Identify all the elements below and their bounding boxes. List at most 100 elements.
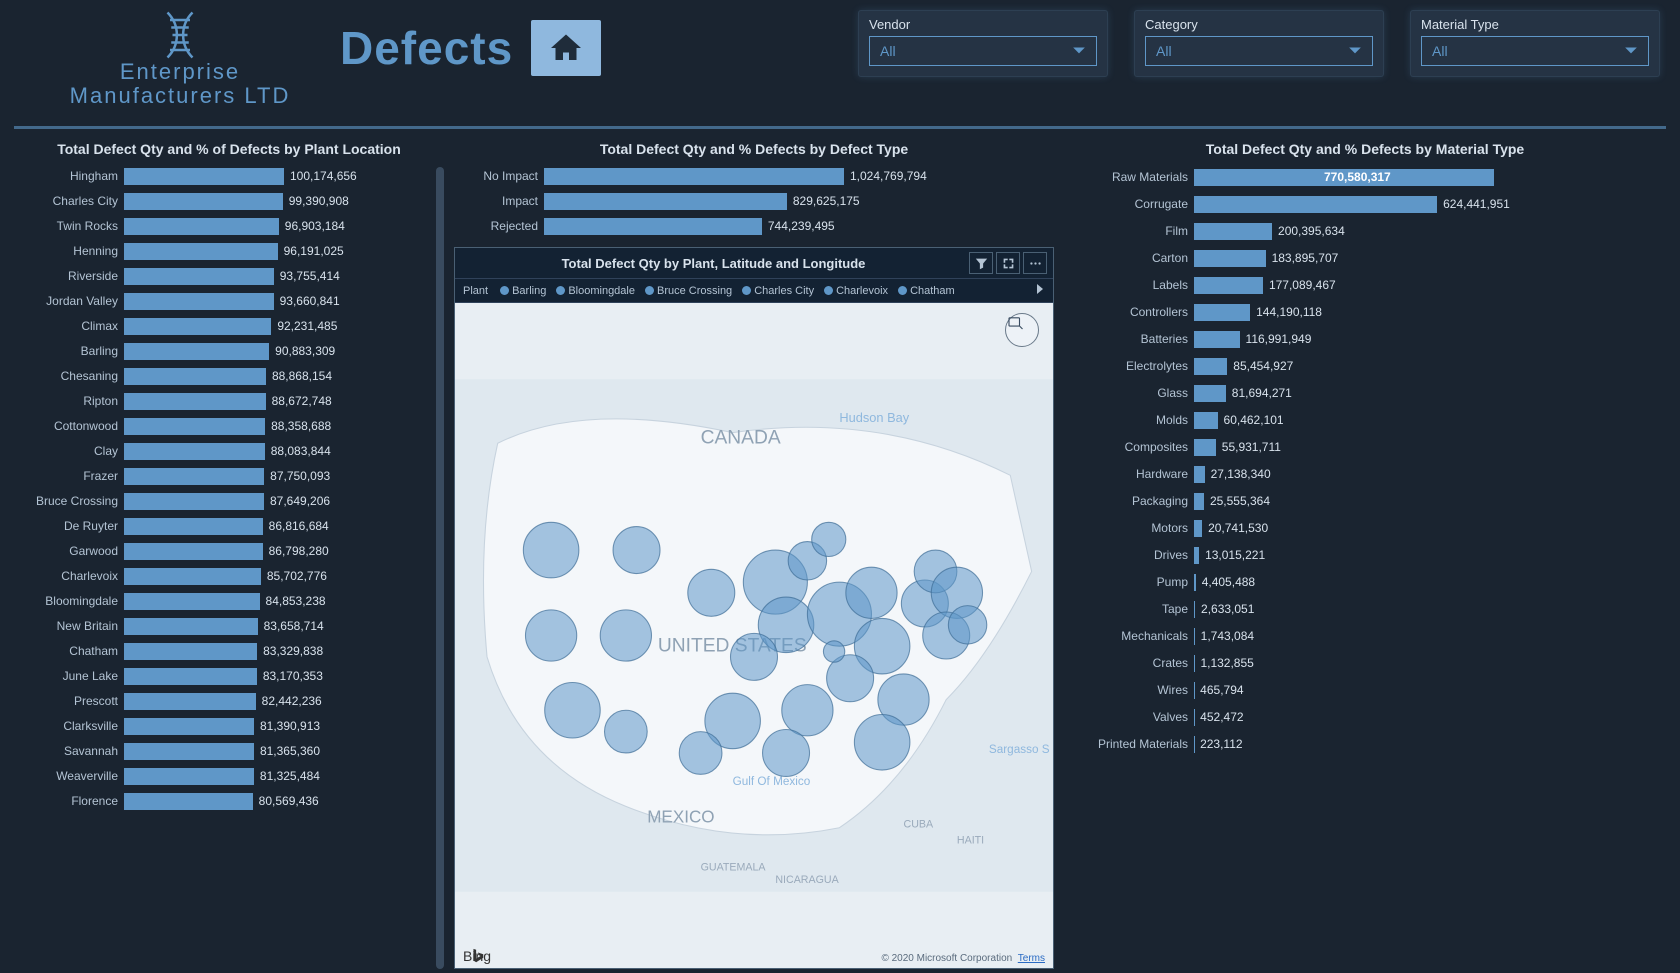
material-bar-chart[interactable]: Raw Materials 770,580,317 Corrugate 624,… bbox=[1064, 165, 1666, 756]
plant-bar-chart[interactable]: Hingham 100,174,656 Charles City 99,390,… bbox=[14, 165, 444, 812]
bar-row[interactable]: Carton 183,895,707 bbox=[1064, 246, 1666, 270]
bar-row[interactable]: Chesaning 88,868,154 bbox=[14, 365, 444, 387]
bar-row[interactable]: Ripton 88,672,748 bbox=[14, 390, 444, 412]
bar-row[interactable]: Hingham 100,174,656 bbox=[14, 165, 444, 187]
bar-row[interactable]: Henning 96,191,025 bbox=[14, 240, 444, 262]
bar-row[interactable]: Printed Materials 223,112 bbox=[1064, 732, 1666, 756]
bar-row[interactable]: Mechanicals 1,743,084 bbox=[1064, 624, 1666, 648]
bar-track: 93,755,414 bbox=[124, 268, 444, 285]
legend-next-button[interactable] bbox=[1035, 283, 1045, 298]
bar-row[interactable]: New Britain 83,658,714 bbox=[14, 615, 444, 637]
bar-row[interactable]: Climax 92,231,485 bbox=[14, 315, 444, 337]
bar-row[interactable]: Labels 177,089,467 bbox=[1064, 273, 1666, 297]
bar-category: Controllers bbox=[1064, 305, 1194, 319]
bar-row[interactable]: Garwood 86,798,280 bbox=[14, 540, 444, 562]
bar-row[interactable]: Cottonwood 88,358,688 bbox=[14, 415, 444, 437]
bar-row[interactable]: Raw Materials 770,580,317 bbox=[1064, 165, 1666, 189]
bar-track: 83,170,353 bbox=[124, 668, 444, 685]
bar-track: 96,191,025 bbox=[124, 243, 444, 260]
map-canvas[interactable]: CANADA Hudson Bay UNITED STATES MEXICO G… bbox=[455, 303, 1053, 968]
bar-row[interactable]: Clay 88,083,844 bbox=[14, 440, 444, 462]
map-label-hudson: Hudson Bay bbox=[839, 410, 909, 425]
bar-row[interactable]: Clarksville 81,390,913 bbox=[14, 715, 444, 737]
filter-dropdown[interactable]: All bbox=[869, 36, 1097, 66]
map-visual: Total Defect Qty by Plant, Latitude and … bbox=[454, 247, 1054, 969]
more-icon-button[interactable] bbox=[1023, 252, 1047, 274]
bar-row[interactable]: Wires 465,794 bbox=[1064, 678, 1666, 702]
bar-row[interactable]: Prescott 82,442,236 bbox=[14, 690, 444, 712]
legend-item[interactable]: Bruce Crossing bbox=[645, 285, 732, 297]
bar-value: 81,390,913 bbox=[260, 719, 320, 733]
bar-row[interactable]: Florence 80,569,436 bbox=[14, 790, 444, 812]
bar-row[interactable]: Jordan Valley 93,660,841 bbox=[14, 290, 444, 312]
bar-row[interactable]: Drives 13,015,221 bbox=[1064, 543, 1666, 567]
map-label-cuba: CUBA bbox=[904, 819, 934, 831]
plant-scrollbar[interactable] bbox=[436, 167, 444, 969]
filter-dropdown[interactable]: All bbox=[1421, 36, 1649, 66]
legend-item[interactable]: Charlevoix bbox=[824, 285, 888, 297]
bar-row[interactable]: Glass 81,694,271 bbox=[1064, 381, 1666, 405]
bar-row[interactable]: No Impact 1,024,769,794 bbox=[454, 165, 1054, 187]
bar-row[interactable]: Batteries 116,991,949 bbox=[1064, 327, 1666, 351]
bar-row[interactable]: Impact 829,625,175 bbox=[454, 190, 1054, 212]
lasso-select-button[interactable] bbox=[1005, 313, 1039, 347]
bar-track: 183,895,707 bbox=[1194, 250, 1666, 267]
bar-track: 92,231,485 bbox=[124, 318, 444, 335]
bar-row[interactable]: Weaverville 81,325,484 bbox=[14, 765, 444, 787]
bar-row[interactable]: Charlevoix 85,702,776 bbox=[14, 565, 444, 587]
bar-fill bbox=[124, 543, 263, 560]
dna-icon bbox=[150, 10, 210, 60]
bar-row[interactable]: Rejected 744,239,495 bbox=[454, 215, 1054, 237]
bar-row[interactable]: Barling 90,883,309 bbox=[14, 340, 444, 362]
legend-item[interactable]: Bloomingdale bbox=[556, 285, 635, 297]
filter-material-type: Material Type All bbox=[1410, 10, 1660, 77]
bar-track: 99,390,908 bbox=[124, 193, 444, 210]
bar-row[interactable]: Riverside 93,755,414 bbox=[14, 265, 444, 287]
bar-row[interactable]: Chatham 83,329,838 bbox=[14, 640, 444, 662]
home-button[interactable] bbox=[531, 20, 601, 76]
bar-row[interactable]: Valves 452,472 bbox=[1064, 705, 1666, 729]
focus-icon-button[interactable] bbox=[996, 252, 1020, 274]
bar-row[interactable]: Bloomingdale 84,853,238 bbox=[14, 590, 444, 612]
bar-row[interactable]: Corrugate 624,441,951 bbox=[1064, 192, 1666, 216]
bar-row[interactable]: Savannah 81,365,360 bbox=[14, 740, 444, 762]
bar-row[interactable]: Packaging 25,555,364 bbox=[1064, 489, 1666, 513]
bar-row[interactable]: Charles City 99,390,908 bbox=[14, 190, 444, 212]
bar-value: 200,395,634 bbox=[1278, 224, 1345, 238]
bar-row[interactable]: Bruce Crossing 87,649,206 bbox=[14, 490, 444, 512]
bar-row[interactable]: June Lake 83,170,353 bbox=[14, 665, 444, 687]
bar-row[interactable]: De Ruyter 86,816,684 bbox=[14, 515, 444, 537]
bar-track: 624,441,951 bbox=[1194, 196, 1666, 213]
bar-row[interactable]: Twin Rocks 96,903,184 bbox=[14, 215, 444, 237]
filter-bar: Vendor All Category All Material Type Al… bbox=[858, 10, 1660, 77]
bar-row[interactable]: Hardware 27,138,340 bbox=[1064, 462, 1666, 486]
defect-type-title: Total Defect Qty and % Defects by Defect… bbox=[454, 141, 1054, 157]
bar-fill bbox=[544, 218, 762, 235]
filter-dropdown[interactable]: All bbox=[1145, 36, 1373, 66]
chevron-down-icon bbox=[1348, 44, 1362, 58]
bar-track: 88,868,154 bbox=[124, 368, 444, 385]
legend-item[interactable]: Barling bbox=[500, 285, 546, 297]
bar-value: 144,190,118 bbox=[1256, 305, 1322, 319]
bar-track: 2,633,051 bbox=[1194, 601, 1666, 618]
bar-track: 81,365,360 bbox=[124, 743, 444, 760]
legend-item[interactable]: Chatham bbox=[898, 285, 955, 297]
bar-row[interactable]: Electrolytes 85,454,927 bbox=[1064, 354, 1666, 378]
bar-category: Climax bbox=[14, 319, 124, 333]
bar-row[interactable]: Pump 4,405,488 bbox=[1064, 570, 1666, 594]
filter-icon-button[interactable] bbox=[969, 252, 993, 274]
map-terms-link[interactable]: Terms bbox=[1018, 953, 1045, 964]
defect-type-bar-chart[interactable]: No Impact 1,024,769,794 Impact 829,625,1… bbox=[454, 165, 1054, 237]
bar-category: Ripton bbox=[14, 394, 124, 408]
bar-row[interactable]: Frazer 87,750,093 bbox=[14, 465, 444, 487]
bar-row[interactable]: Motors 20,741,530 bbox=[1064, 516, 1666, 540]
bar-row[interactable]: Film 200,395,634 bbox=[1064, 219, 1666, 243]
legend-item[interactable]: Charles City bbox=[742, 285, 814, 297]
bar-value: 116,991,949 bbox=[1246, 332, 1312, 346]
bar-category: Savannah bbox=[14, 744, 124, 758]
bar-row[interactable]: Tape 2,633,051 bbox=[1064, 597, 1666, 621]
bar-row[interactable]: Controllers 144,190,118 bbox=[1064, 300, 1666, 324]
bar-row[interactable]: Composites 55,931,711 bbox=[1064, 435, 1666, 459]
bar-row[interactable]: Molds 60,462,101 bbox=[1064, 408, 1666, 432]
bar-row[interactable]: Crates 1,132,855 bbox=[1064, 651, 1666, 675]
